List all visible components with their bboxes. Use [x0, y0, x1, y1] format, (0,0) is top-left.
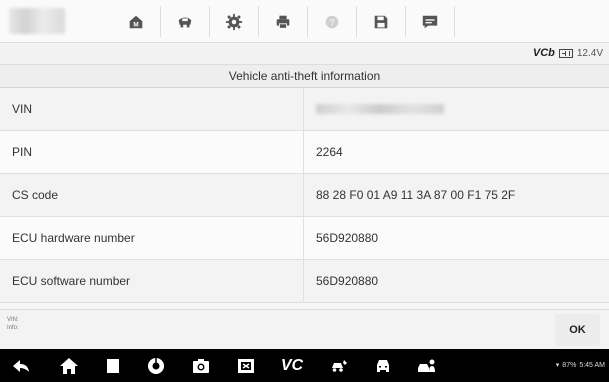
- screen-capture-button[interactable]: [235, 355, 257, 377]
- help-icon: ?: [325, 15, 339, 28]
- browser-icon: [148, 358, 164, 374]
- back-arrow-icon: [13, 360, 29, 372]
- recent-apps-icon: [107, 359, 119, 373]
- vci-label: VCb: [532, 47, 555, 59]
- home-nav-button[interactable]: [58, 355, 80, 377]
- car-person-icon: [418, 359, 435, 372]
- settings-button[interactable]: [210, 0, 258, 43]
- wifi-icon: ▾: [555, 362, 560, 369]
- row-value: 56D920880: [316, 231, 379, 245]
- vci-button[interactable]: VC: [275, 355, 309, 377]
- print-button[interactable]: [259, 0, 307, 43]
- row-label: CS code: [0, 174, 304, 216]
- data-logging-button[interactable]: [406, 0, 454, 43]
- row-label: VIN: [0, 88, 304, 130]
- camera-button[interactable]: [190, 355, 212, 377]
- table-row: CS code 88 28 F0 01 A9 11 3A 87 00 F1 75…: [0, 174, 609, 217]
- voltage-value: 12.4V: [576, 47, 603, 59]
- anti-theft-table: Vehicle anti-theft information VIN PIN 2…: [0, 65, 609, 303]
- svg-text:?: ?: [329, 17, 335, 27]
- info-line-vin: VIN:: [7, 317, 19, 323]
- help-button[interactable]: ?: [308, 0, 356, 43]
- save-icon: [374, 15, 388, 28]
- table-row: ECU hardware number 56D920880: [0, 217, 609, 260]
- system-status: ▾ 87% 5:45 AM: [555, 361, 605, 370]
- back-button[interactable]: [10, 355, 32, 377]
- row-label: ECU software number: [0, 260, 304, 302]
- remote-button[interactable]: [415, 355, 437, 377]
- recent-apps-button[interactable]: [102, 355, 124, 377]
- top-toolbar: M ?: [0, 0, 609, 43]
- screenshot-icon: [238, 359, 254, 373]
- row-label: ECU hardware number: [0, 217, 304, 259]
- battery-percent: 87%: [562, 361, 577, 369]
- home-icon: M: [129, 15, 143, 28]
- info-bar: VIN: Info: OK: [0, 309, 609, 349]
- table-row: PIN 2264: [0, 131, 609, 174]
- row-value-vin: [304, 88, 609, 130]
- vehicle-button[interactable]: [372, 355, 394, 377]
- row-value: 2264: [316, 145, 343, 159]
- system-nav-bar: VC ▾ 87% 5:45 AM: [0, 349, 609, 382]
- repair-button[interactable]: [328, 355, 350, 377]
- status-row: VCb 12.4V: [0, 43, 609, 65]
- printer-icon: [276, 15, 290, 29]
- camera-icon: [193, 359, 209, 373]
- info-line-info: Info:: [7, 325, 19, 331]
- row-value: 56D920880: [316, 274, 379, 288]
- vci-nav-label: VC: [280, 357, 304, 374]
- car-swap-icon: [178, 17, 192, 27]
- message-icon: [422, 15, 438, 28]
- car-front-icon: [377, 360, 389, 372]
- brand-logo: [9, 8, 65, 34]
- browser-button[interactable]: [145, 355, 167, 377]
- vci-status: VCb 12.4V: [533, 47, 603, 59]
- house-icon: [60, 358, 78, 374]
- vehicle-swap-button[interactable]: [161, 0, 209, 43]
- svg-text:M: M: [133, 21, 138, 28]
- table-row: VIN: [0, 88, 609, 131]
- table-row: ECU software number 56D920880: [0, 260, 609, 303]
- row-label: PIN: [0, 131, 304, 173]
- car-repair-icon: [332, 360, 347, 372]
- info-text: VIN: Info:: [7, 316, 19, 332]
- table-title: Vehicle anti-theft information: [0, 65, 609, 88]
- gear-icon: [225, 13, 243, 30]
- vin-redacted: [316, 104, 444, 114]
- save-button[interactable]: [357, 0, 405, 43]
- home-button[interactable]: M: [112, 0, 160, 43]
- battery-icon: [558, 48, 573, 58]
- ok-button[interactable]: OK: [555, 314, 600, 346]
- clock: 5:45 AM: [579, 361, 605, 369]
- row-value: 88 28 F0 01 A9 11 3A 87 00 F1 75 2F: [316, 188, 516, 202]
